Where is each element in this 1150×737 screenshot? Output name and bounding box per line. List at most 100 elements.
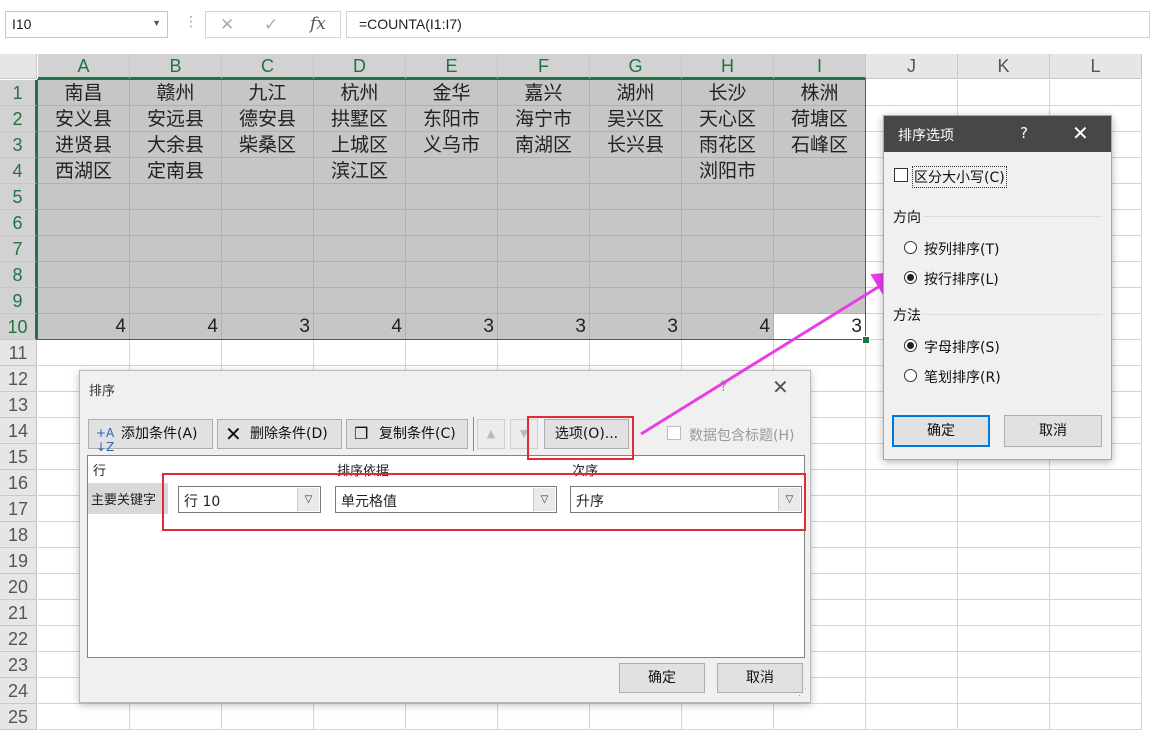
cell[interactable]: 3 (590, 314, 682, 340)
column-header[interactable]: D (314, 54, 406, 79)
cell[interactable] (130, 704, 222, 730)
chevron-down-icon[interactable]: ▽ (533, 488, 555, 511)
cell[interactable] (682, 340, 774, 366)
cell[interactable] (406, 184, 498, 210)
cell[interactable] (38, 262, 130, 288)
cell[interactable]: 金华 (406, 80, 498, 106)
cell[interactable] (866, 80, 958, 106)
cell[interactable]: 荷塘区 (774, 106, 866, 132)
cell[interactable]: 安远县 (130, 106, 222, 132)
column-header[interactable]: I (774, 54, 866, 79)
cell[interactable]: 南湖区 (498, 132, 590, 158)
row-header[interactable]: 19 (0, 548, 37, 574)
cell[interactable] (866, 652, 958, 678)
cell[interactable] (682, 288, 774, 314)
close-icon[interactable]: ✕ (772, 375, 789, 399)
cell[interactable] (222, 704, 314, 730)
cell[interactable] (406, 158, 498, 184)
sort-by-row-radio[interactable] (904, 271, 917, 284)
cell[interactable] (38, 288, 130, 314)
cell[interactable]: 雨花区 (682, 132, 774, 158)
column-header[interactable]: B (130, 54, 222, 79)
cell[interactable] (222, 158, 314, 184)
column-header[interactable]: A (38, 54, 130, 79)
cell[interactable] (222, 262, 314, 288)
cell[interactable]: 定南县 (130, 158, 222, 184)
cell[interactable] (774, 236, 866, 262)
formula-input[interactable]: =COUNTA(I1:I7) (346, 11, 1150, 38)
cell[interactable] (682, 704, 774, 730)
chevron-down-icon[interactable]: ▼ (152, 18, 161, 28)
sort-by-select[interactable]: 行 10 ▽ (178, 486, 321, 513)
cell[interactable]: 义乌市 (406, 132, 498, 158)
row-header[interactable]: 5 (0, 184, 37, 210)
sort-by-column-radio[interactable] (904, 241, 917, 254)
cell[interactable]: 3 (498, 314, 590, 340)
cell[interactable] (130, 340, 222, 366)
cancel-button[interactable]: 取消 (1004, 415, 1102, 447)
cell[interactable]: 南昌 (38, 80, 130, 106)
cell[interactable] (406, 236, 498, 262)
cell[interactable] (866, 470, 958, 496)
row-header[interactable]: 24 (0, 678, 37, 704)
column-header[interactable]: E (406, 54, 498, 79)
cell[interactable] (406, 340, 498, 366)
cell[interactable] (866, 574, 958, 600)
cell[interactable] (590, 236, 682, 262)
row-header[interactable]: 3 (0, 132, 37, 158)
row-header[interactable]: 16 (0, 470, 37, 496)
cell[interactable] (590, 158, 682, 184)
cell[interactable] (498, 704, 590, 730)
cell[interactable] (774, 340, 866, 366)
cell[interactable] (38, 210, 130, 236)
cell[interactable] (406, 210, 498, 236)
cell[interactable]: 九江 (222, 80, 314, 106)
row-header[interactable]: 8 (0, 262, 37, 288)
cell[interactable] (774, 184, 866, 210)
cell[interactable] (774, 262, 866, 288)
cell[interactable] (1050, 678, 1142, 704)
cell[interactable] (222, 210, 314, 236)
cell[interactable] (130, 262, 222, 288)
close-icon[interactable]: ✕ (1072, 121, 1089, 145)
row-header[interactable]: 23 (0, 652, 37, 678)
cell[interactable] (130, 236, 222, 262)
cell[interactable]: 3 (774, 314, 866, 340)
check-icon[interactable]: ✓ (264, 15, 278, 35)
cell[interactable]: 安义县 (38, 106, 130, 132)
cell[interactable] (590, 704, 682, 730)
cell[interactable] (1050, 704, 1142, 730)
row-header[interactable]: 14 (0, 418, 37, 444)
row-header[interactable]: 15 (0, 444, 37, 470)
cell[interactable] (314, 288, 406, 314)
cell[interactable]: 4 (314, 314, 406, 340)
options-button[interactable]: 选项(O)... (544, 419, 629, 449)
help-icon[interactable]: ? (1020, 124, 1028, 142)
cell[interactable] (130, 288, 222, 314)
cell[interactable] (958, 80, 1050, 106)
column-header[interactable]: J (866, 54, 958, 79)
cell[interactable]: 海宁市 (498, 106, 590, 132)
cell[interactable] (958, 548, 1050, 574)
cell[interactable] (498, 184, 590, 210)
cell[interactable] (406, 262, 498, 288)
cell[interactable] (1050, 522, 1142, 548)
cell[interactable]: 湖州 (590, 80, 682, 106)
cell[interactable]: 赣州 (130, 80, 222, 106)
row-header[interactable]: 13 (0, 392, 37, 418)
cell[interactable] (38, 704, 130, 730)
cancel-button[interactable]: 取消 (717, 663, 803, 693)
cell[interactable]: 3 (406, 314, 498, 340)
row-header[interactable]: 4 (0, 158, 37, 184)
cell[interactable] (130, 210, 222, 236)
cell[interactable] (958, 522, 1050, 548)
cell[interactable] (682, 236, 774, 262)
cell[interactable] (958, 626, 1050, 652)
column-header[interactable]: F (498, 54, 590, 79)
cell[interactable] (498, 158, 590, 184)
cell[interactable] (38, 340, 130, 366)
cell[interactable]: 长沙 (682, 80, 774, 106)
row-header[interactable]: 17 (0, 496, 37, 522)
cell[interactable] (590, 184, 682, 210)
cell[interactable]: 4 (130, 314, 222, 340)
